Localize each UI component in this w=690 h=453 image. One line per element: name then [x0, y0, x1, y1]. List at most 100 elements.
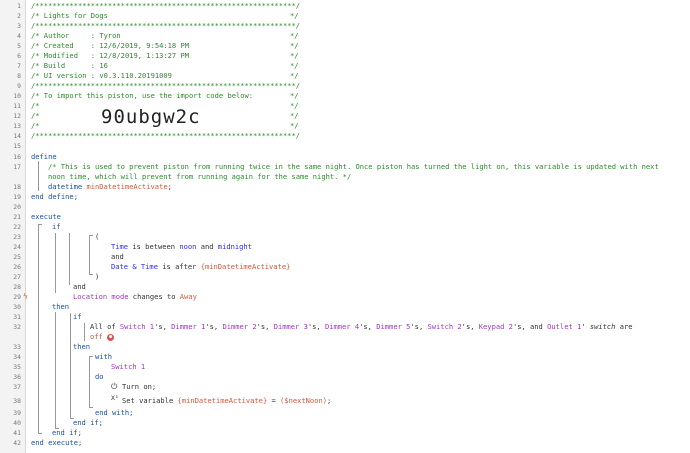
variable-declaration[interactable]: datetime minDatetimeActivate; — [48, 182, 172, 192]
comment-build: /* Build : 16 — [31, 61, 108, 70]
code-line-29[interactable]: ϟ Location mode changes to Away — [0, 292, 690, 302]
device-separator: 's, — [256, 322, 274, 331]
semicolon: ; — [167, 182, 172, 191]
code-line-24[interactable]: Time is between noon and midnight — [0, 242, 690, 252]
code-line-18[interactable]: datetime minDatetimeActivate; — [0, 182, 690, 192]
all-of-text: All of — [90, 322, 120, 331]
off-value-line: off ● — [90, 332, 115, 342]
code-line-37[interactable]: ⏻ Turn on; — [0, 382, 690, 392]
variable-comment[interactable]: /* This is used to prevent piston from r… — [48, 162, 659, 172]
noon-value: noon — [179, 242, 197, 251]
end-define-keyword: end define; — [31, 192, 78, 201]
device-name: Dimmer 2 — [222, 322, 257, 331]
if-keyword[interactable]: if — [52, 222, 61, 232]
variable-x-icon: X¹ — [111, 394, 119, 402]
code-line-32-wrap: off ● — [0, 332, 690, 342]
device-separator: 's, — [205, 322, 223, 331]
power-icon: ⏻ — [111, 382, 118, 391]
device-separator: 's, — [307, 322, 325, 331]
code-line-27: ) — [0, 272, 690, 282]
away-value: Away — [179, 292, 197, 301]
time-condition[interactable]: Time is between noon and midnight — [111, 242, 252, 252]
comment-end: */ — [290, 11, 299, 20]
are-text: are — [615, 322, 633, 331]
date-condition[interactable]: Date & Time is after {minDatetimeActivat… — [111, 262, 290, 272]
code-line-10: /* To import this piston, use the import… — [0, 91, 690, 101]
code-line-1: /***************************************… — [0, 1, 690, 11]
device-separator: 's, and — [512, 322, 548, 331]
end-with-keyword: end with; — [95, 408, 134, 417]
location-mode-attribute: Location mode — [73, 292, 129, 301]
line-number: 15 — [13, 142, 21, 150]
variable-comment-wrap: noon time, which will prevent from runni… — [48, 172, 352, 181]
variable-name: minDatetimeActivate — [86, 182, 168, 191]
device-separator: 's, — [359, 322, 377, 331]
switch-attribute: switch — [589, 322, 616, 331]
inner-then-keyword[interactable]: then — [73, 342, 90, 352]
code-line-2: /* Lights for Dogs */ — [0, 11, 690, 21]
comment-author: /* Author : Tyron — [31, 31, 121, 40]
execute-keyword[interactable]: execute — [31, 212, 61, 222]
comment-end: */ — [290, 121, 299, 130]
comment-end: */ — [290, 101, 299, 110]
code-line-40: end if; — [0, 418, 690, 428]
code-line-26[interactable]: Date & Time is after {minDatetimeActivat… — [0, 262, 690, 272]
define-keyword[interactable]: define — [31, 152, 57, 162]
device-name: Switch 1 — [119, 322, 155, 331]
device-condition[interactable]: All of Switch 1's, Dimmer 1's, Dimmer 2'… — [90, 322, 633, 332]
code-line-13: /* */ — [0, 121, 690, 131]
turn-on-action[interactable]: Turn on; — [122, 382, 156, 392]
code-line-35: Switch 1 — [0, 362, 690, 372]
midnight-value: midnight — [217, 242, 252, 251]
comment-modified: /* Modified : 12/8/2019, 1:13:27 PM — [31, 51, 190, 60]
time-attribute: Time — [111, 242, 129, 251]
comment-end: */ — [290, 71, 299, 80]
device-name: Keypad 2 — [478, 322, 513, 331]
code-line-5: /* Created : 12/6/2019, 9:54:18 PM */ — [0, 41, 690, 51]
device-name: Switch 2 — [427, 322, 462, 331]
code-line-3: /***************************************… — [0, 21, 690, 31]
datetime-type: datetime — [48, 182, 83, 191]
location-trigger[interactable]: Location mode changes to Away — [73, 292, 197, 302]
comment-ui-version: /* UI version : v0.3.110.20191009 — [31, 71, 172, 80]
with-device[interactable]: Switch 1 — [111, 362, 145, 372]
code-line-19: end define; — [0, 192, 690, 202]
next-noon-expression: ($nextNoon) — [280, 396, 328, 405]
inner-if-keyword[interactable]: if — [73, 312, 82, 322]
comment-created: /* Created : 12/6/2019, 9:54:18 PM — [31, 41, 190, 50]
device-name: Dimmer 1 — [171, 322, 206, 331]
and-operator-2[interactable]: and — [73, 282, 86, 292]
device-separator: 's, — [154, 322, 172, 331]
code-line-32[interactable]: All of Switch 1's, Dimmer 1's, Dimmer 2'… — [0, 322, 690, 332]
operator-text: changes to — [128, 292, 180, 301]
code-line-22: if — [0, 222, 690, 232]
code-line-33: then — [0, 342, 690, 352]
comment-end: */ — [290, 91, 299, 100]
code-line-31: if — [0, 312, 690, 322]
code-line-39: end with; — [0, 408, 690, 418]
end-execute-keyword: end execute; — [31, 438, 83, 447]
code-line-38[interactable]: X¹ Set variable {minDatetimeActivate} = … — [0, 394, 690, 406]
and-text: and — [196, 242, 218, 251]
code-line-21: execute — [0, 212, 690, 222]
code-line-17: /* This is used to prevent piston from r… — [0, 162, 690, 172]
device-separator: 's, — [410, 322, 428, 331]
comment-title: /* Lights for Dogs — [31, 11, 108, 20]
end-if-outer-keyword: end if; — [52, 428, 82, 437]
code-line-9: /***************************************… — [0, 81, 690, 91]
comment-end: */ — [290, 111, 299, 120]
device-separator: 's, — [461, 322, 479, 331]
device-name: Outlet 1 — [547, 322, 582, 331]
set-variable-action[interactable]: Set variable {minDatetimeActivate} = ($n… — [122, 396, 331, 406]
equals-text: = — [267, 396, 281, 405]
comment-import-note: /* To import this piston, use the import… — [31, 91, 254, 100]
do-keyword[interactable]: do — [95, 372, 104, 382]
code-line-4: /* Author : Tyron */ — [0, 31, 690, 41]
device-list: Switch 1's, Dimmer 1's, Dimmer 2's, Dimm… — [120, 322, 590, 331]
device-name: Dimmer 5 — [376, 322, 411, 331]
code-line-36: do — [0, 372, 690, 382]
then-keyword[interactable]: then — [52, 302, 69, 312]
with-keyword[interactable]: with — [95, 352, 112, 362]
code-line-17-wrap: noon time, which will prevent from runni… — [0, 172, 690, 182]
and-operator[interactable]: and — [111, 252, 124, 262]
